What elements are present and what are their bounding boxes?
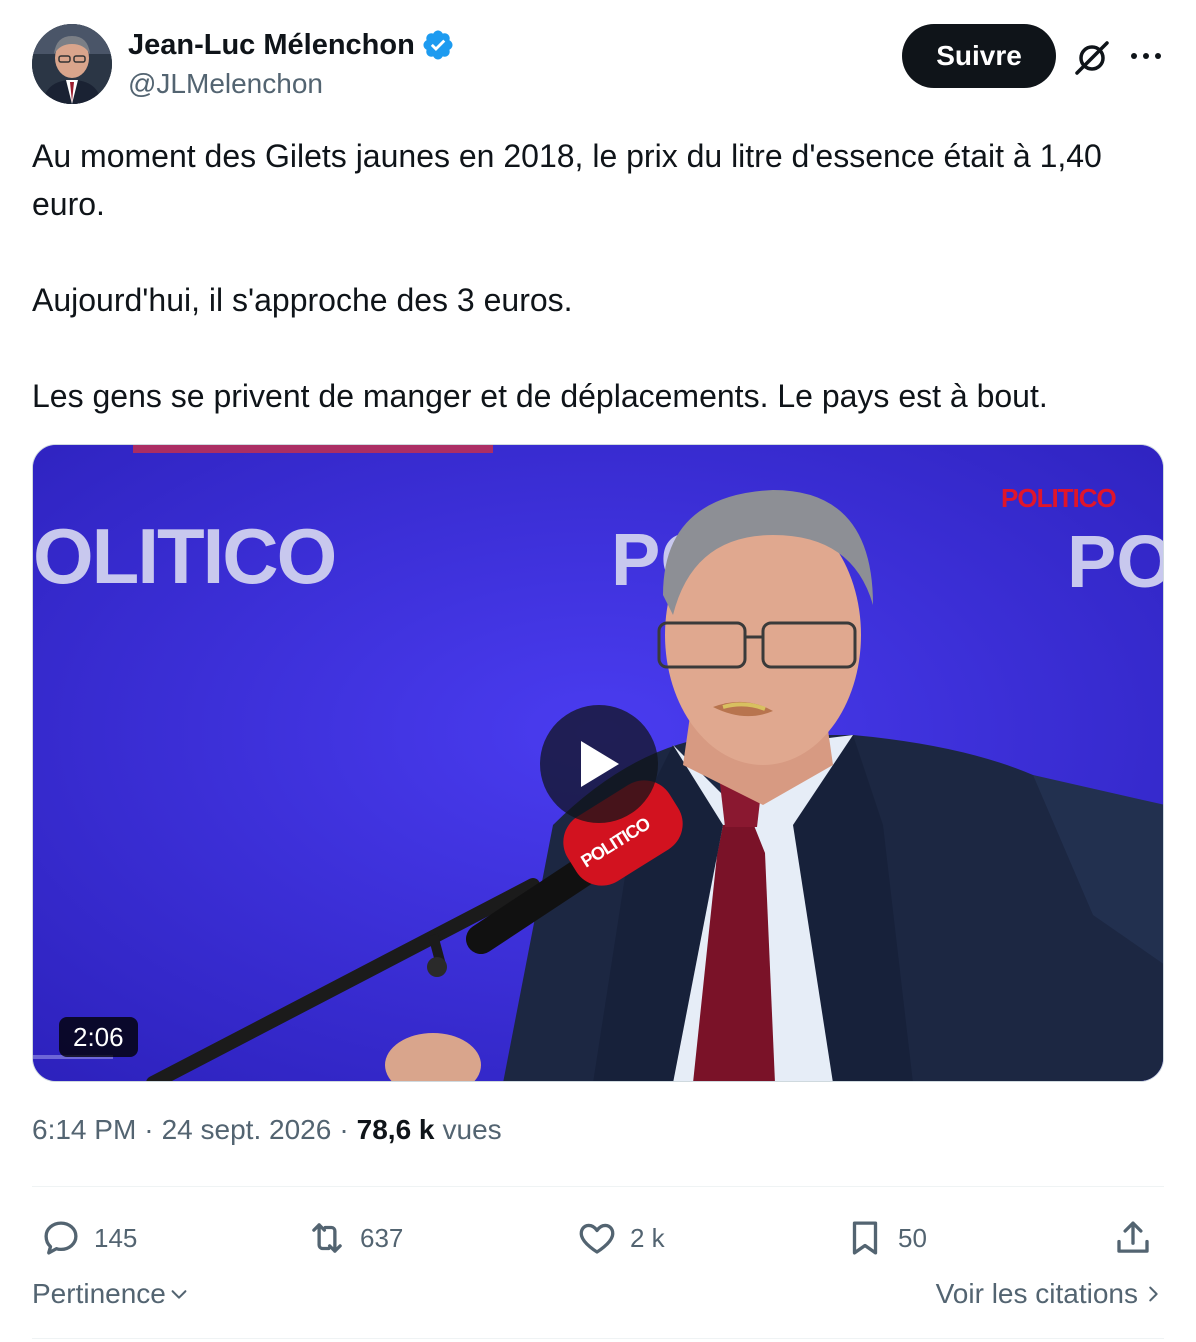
play-icon (581, 741, 619, 787)
tweet-time[interactable]: 6:14 PM (32, 1114, 136, 1146)
author-name[interactable]: Jean-Luc Mélenchon (128, 29, 415, 62)
tweet-meta: 6:14 PM · 24 sept. 2026 · 78,6 k vues (32, 1114, 502, 1146)
author-handle[interactable]: @JLMelenchon (128, 68, 323, 100)
bookmark-count: 50 (898, 1222, 927, 1253)
meta-separator: · (144, 1114, 154, 1145)
reply-icon (44, 1221, 78, 1255)
views-label: vues (442, 1114, 502, 1145)
view-quotes-label: Voir les citations (935, 1278, 1138, 1309)
sort-dropdown[interactable]: Pertinence (32, 1278, 190, 1310)
chevron-down-icon (171, 1290, 187, 1299)
reply-button[interactable]: 145 (40, 1206, 137, 1270)
more-options-icon[interactable] (1128, 38, 1164, 74)
chevron-right-icon (1149, 1286, 1158, 1302)
divider (32, 1338, 1164, 1339)
grok-icon[interactable] (1072, 38, 1112, 78)
divider (32, 1186, 1164, 1187)
tweet-header: Jean-Luc Mélenchon @JLMelenchon Suivre (32, 24, 1164, 108)
views-count: 78,6 k (356, 1114, 435, 1145)
action-bar: 145 637 2 k 50 (32, 1206, 1164, 1270)
like-count: 2 k (630, 1222, 665, 1253)
share-button[interactable] (1112, 1206, 1154, 1270)
backdrop-text-right: PO (1067, 520, 1164, 603)
meta-separator: · (339, 1114, 349, 1145)
bookmark-button[interactable]: 50 (844, 1206, 927, 1270)
repost-icon (312, 1223, 342, 1253)
politico-logo-text: POLITICO (1001, 483, 1117, 513)
sort-label: Pertinence (32, 1278, 166, 1309)
tweet-paragraph: Au moment des Gilets jaunes en 2018, le … (32, 138, 1102, 222)
view-quotes-link[interactable]: Voir les citations (936, 1278, 1164, 1310)
tweet-paragraph: Les gens se privent de manger et de dépl… (32, 378, 1048, 414)
tweet-text: Au moment des Gilets jaunes en 2018, le … (32, 132, 1164, 420)
video-duration-badge: 2:06 (59, 1017, 138, 1057)
tweet-date[interactable]: 24 sept. 2026 (162, 1114, 332, 1146)
video-player[interactable]: OLITICO PO PO POLITICO POLITICO 2:06 (32, 444, 1164, 1082)
backdrop-text-left: OLITICO (33, 512, 335, 600)
play-button[interactable] (540, 705, 658, 823)
bookmark-icon (852, 1221, 878, 1255)
reply-count: 145 (94, 1222, 138, 1253)
avatar[interactable] (32, 24, 112, 104)
follow-button[interactable]: Suivre (902, 24, 1056, 88)
repost-button[interactable]: 637 (306, 1206, 403, 1270)
like-button[interactable]: 2 k (576, 1206, 665, 1270)
verified-badge-icon (423, 30, 453, 60)
author-name-row[interactable]: Jean-Luc Mélenchon (128, 28, 455, 62)
heart-icon (579, 1223, 615, 1254)
share-icon (1117, 1221, 1149, 1253)
tweet-paragraph: Aujourd'hui, il s'approche des 3 euros. (32, 282, 573, 318)
repost-count: 637 (360, 1222, 404, 1253)
